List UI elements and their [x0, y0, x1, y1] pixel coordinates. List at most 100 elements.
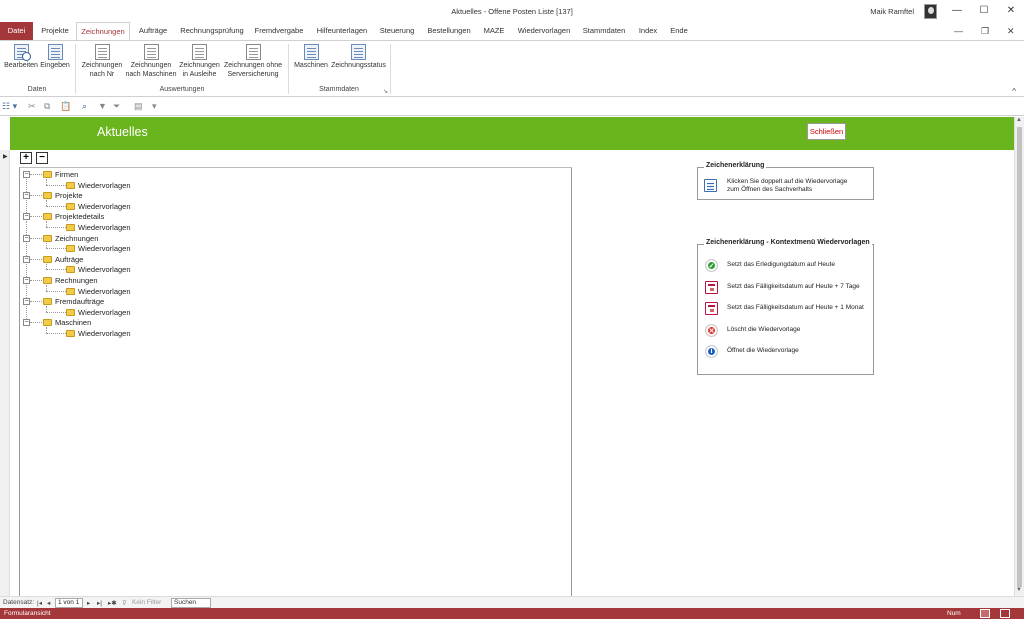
user-name[interactable]: Maik Ramftel [870, 7, 914, 16]
collapse-node-toggle[interactable]: − [23, 192, 30, 200]
maschinen-button[interactable]: Maschinen [292, 44, 330, 71]
search-input[interactable]: Suchen [171, 598, 211, 608]
dialog-launcher-icon[interactable]: ↘ [383, 88, 388, 95]
tab-maze[interactable]: MAZE [481, 22, 507, 40]
label-line: Zeichnungen [130, 62, 172, 69]
folder-icon [43, 171, 52, 178]
tree-node[interactable]: Aufträge [43, 255, 83, 265]
vertical-scrollbar[interactable]: ▲ ▼ [1014, 117, 1024, 596]
folder-icon [43, 234, 52, 242]
tab-projekte[interactable]: Projekte [36, 22, 74, 40]
eingeben-button[interactable]: Eingeben [39, 44, 71, 71]
collapse-all-button[interactable]: − [36, 152, 48, 164]
zeichnungen-nach-maschinen-button[interactable]: Zeichnungen nach Maschinen [125, 44, 177, 79]
inner-close-button[interactable]: ✕ [1007, 26, 1015, 37]
scroll-up-icon[interactable]: ▲ [1016, 117, 1022, 123]
tab-fremdvergabe[interactable]: Fremdvergabe [252, 22, 306, 40]
previous-record-button[interactable]: ◂ [47, 599, 50, 607]
filter-status[interactable]: Kein Filter [132, 599, 161, 606]
tree-view[interactable]: − Firmen Wiedervorlagen − Projekte Wiedervorl… [19, 167, 572, 596]
collapse-node-toggle[interactable]: − [23, 255, 30, 263]
legend-title: Zeichenerklärung [704, 162, 767, 169]
zeichnungen-nach-nr-button[interactable]: Zeichnungen nach Nr [79, 44, 125, 79]
collapse-node-toggle[interactable]: − [23, 277, 30, 284]
tree-node[interactable]: Rechnungen [43, 276, 98, 286]
new-record-button[interactable]: ▸✱ [108, 599, 117, 607]
scrollbar-thumb[interactable] [1017, 127, 1022, 587]
tab-ende[interactable]: Ende [666, 22, 692, 40]
tree-child-node[interactable]: Wiedervorlagen [66, 308, 131, 318]
collapse-node-toggle[interactable]: − [23, 213, 30, 221]
customize-toolbar-icon[interactable]: ▾ [152, 101, 157, 112]
zeichnungsstatus-button[interactable]: Zeichnungsstatus [330, 44, 387, 71]
tree-child-node[interactable]: Wiedervorlagen [66, 202, 131, 212]
view-icon[interactable]: ☷ ▾ [2, 101, 17, 112]
tab-zeichnungen[interactable]: Zeichnungen [76, 22, 130, 41]
tree-node[interactable]: Projekte [43, 191, 83, 201]
tree-node[interactable]: Projektedetails [43, 212, 104, 222]
avatar[interactable] [924, 4, 937, 19]
tree-child-node[interactable]: Wiedervorlagen [66, 181, 131, 191]
form-view-icon[interactable] [980, 609, 990, 618]
tab-stammdaten[interactable]: Stammdaten [579, 22, 629, 40]
tab-bestellungen[interactable]: Bestellungen [423, 22, 475, 40]
close-window-button[interactable]: ✕ [1001, 3, 1021, 19]
next-record-button[interactable]: ▸ [87, 599, 90, 607]
find-icon[interactable]: ⌕ [82, 101, 87, 112]
tree-child-node[interactable]: Wiedervorlagen [66, 223, 131, 233]
maximize-button[interactable]: ☐ [974, 3, 994, 19]
design-view-icon[interactable] [1000, 609, 1010, 618]
copy-icon[interactable]: ⧉ [44, 101, 50, 112]
legend-item-text: Setzt das Fälligkeitsdatum auf Heute + 7… [727, 282, 860, 290]
first-record-button[interactable]: |◂ [37, 599, 42, 607]
tree-node[interactable]: Maschinen [43, 318, 91, 328]
tab-wiedervorlagen[interactable]: Wiedervorlagen [513, 22, 575, 40]
context-menu-legend-panel: Zeichenerklärung - Kontextmenü Wiedervor… [697, 239, 874, 375]
collapse-ribbon-icon[interactable]: ^ [1012, 87, 1016, 96]
tab-datei[interactable]: Datei [0, 22, 33, 40]
paste-icon[interactable]: 📋 [60, 101, 71, 112]
tree-child-node[interactable]: Wiedervorlagen [66, 287, 131, 297]
record-position-field[interactable]: 1 von 1 [55, 598, 83, 608]
collapse-node-toggle[interactable]: − [23, 319, 30, 327]
tab-rechnungspruefung[interactable]: Rechnungsprüfung [177, 22, 247, 40]
num-lock-indicator: Num [947, 610, 961, 617]
cut-icon[interactable]: ✂ [28, 101, 36, 112]
tree-child-node[interactable]: Wiedervorlagen [66, 329, 131, 339]
expand-all-button[interactable]: + [20, 152, 32, 164]
tree-connector [30, 301, 42, 303]
tab-auftraege[interactable]: Aufträge [134, 22, 172, 40]
record-selector[interactable]: ▶ [0, 150, 10, 596]
folder-icon [66, 266, 75, 274]
tab-index[interactable]: Index [635, 22, 661, 40]
tab-steuerung[interactable]: Steuerung [377, 22, 417, 40]
tree-connector [26, 306, 27, 320]
tree-connector [30, 322, 42, 324]
bearbeiten-button[interactable]: Bearbeiten [4, 44, 38, 71]
filter-icon[interactable]: ▼ [98, 101, 107, 111]
zeichnungen-ohne-serversicherung-button[interactable]: Zeichnungen ohne Serversicherung [222, 44, 284, 79]
filter-icon: ⊽ [122, 600, 127, 607]
report-icon [94, 44, 110, 60]
collapse-node-toggle[interactable]: − [23, 234, 30, 242]
document-icon[interactable]: ▤ [134, 101, 143, 112]
inner-restore-button[interactable]: ❐ [981, 26, 989, 37]
inner-minimize-button[interactable]: — [954, 26, 963, 36]
collapse-node-toggle[interactable]: − [23, 298, 30, 306]
toggle-filter-icon[interactable]: ⏷ [113, 101, 120, 112]
zeichnungen-in-ausleihe-button[interactable]: Zeichnungen in Ausleihe [177, 44, 222, 79]
tree-node-label: Fremdaufträge [55, 297, 105, 307]
tree-connector [46, 248, 66, 250]
minimize-button[interactable]: — [947, 3, 967, 19]
legend-item-text: Öffnet die Wiedervorlage [727, 347, 799, 354]
scroll-down-icon[interactable]: ▼ [1016, 587, 1022, 593]
tree-node[interactable]: Fremdaufträge [43, 297, 104, 307]
tree-node[interactable]: Firmen [43, 170, 78, 180]
tree-child-node[interactable]: Wiedervorlagen [66, 244, 131, 254]
collapse-node-toggle[interactable]: − [23, 171, 30, 178]
tree-node[interactable]: Zeichnungen [43, 234, 98, 244]
tab-hilfeunterlagen[interactable]: Hilfeunterlagen [311, 22, 373, 40]
tree-child-node[interactable]: Wiedervorlagen [66, 265, 131, 275]
close-form-button[interactable]: Schließen [807, 123, 846, 140]
last-record-button[interactable]: ▸| [97, 599, 102, 607]
